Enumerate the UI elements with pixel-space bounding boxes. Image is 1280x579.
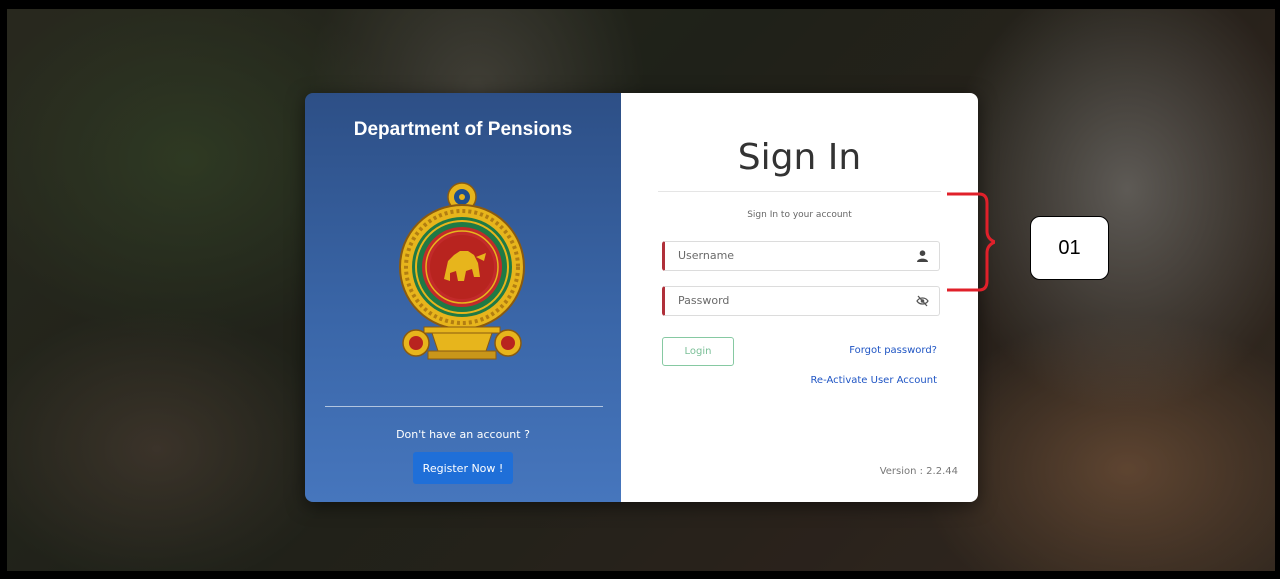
department-title: Department of Pensions [353,119,573,140]
username-placeholder: Username [678,249,735,262]
forgot-password-link[interactable]: Forgot password? [849,345,937,356]
user-icon [917,250,928,262]
sri-lanka-emblem-icon [399,182,525,360]
sign-in-title: Sign In [737,137,862,178]
password-placeholder: Password [678,294,730,307]
eye-slash-icon[interactable] [916,295,929,307]
right-panel: Sign In Sign In to your account Username… [621,93,978,502]
annotation-bracket-icon [947,192,995,292]
sign-in-subtitle: Sign In to your account [747,210,852,220]
login-card: Department of Pensions Don't have an acc… [305,93,978,502]
login-button[interactable]: Login [662,337,734,366]
register-button[interactable]: Register Now ! [413,452,513,484]
annotation-label: 01 [1030,216,1109,280]
no-account-text: Don't have an account ? [396,428,530,441]
username-input[interactable]: Username [662,241,940,271]
password-input[interactable]: Password [662,286,940,316]
left-divider [325,406,603,407]
version-text: Version : 2.2.44 [879,466,958,477]
left-panel: Department of Pensions Don't have an acc… [305,93,621,502]
title-divider [658,191,941,192]
reactivate-account-link[interactable]: Re-Activate User Account [810,375,937,386]
